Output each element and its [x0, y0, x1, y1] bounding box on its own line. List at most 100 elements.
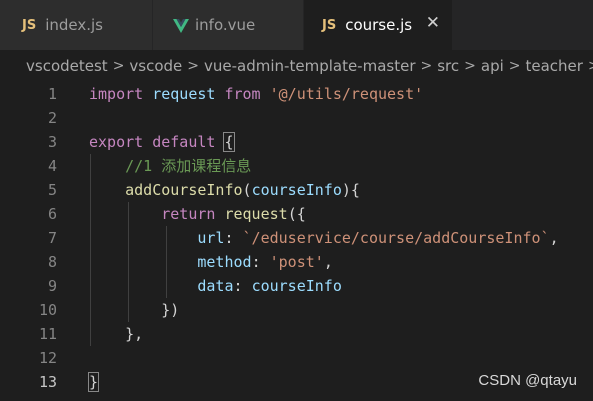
breadcrumb-item[interactable]: vscodetest: [26, 57, 108, 75]
code-text: data: courseInfo: [89, 274, 342, 298]
line-number: 2: [47, 109, 57, 127]
code-token: :: [233, 277, 252, 295]
code-token: data: [197, 277, 234, 295]
code-line[interactable]: 6 return request({: [0, 202, 593, 226]
code-editor[interactable]: 1 import request from '@/utils/request' 2 3…: [0, 82, 593, 401]
line-number: 11: [38, 325, 57, 343]
close-icon[interactable]: ✕: [426, 13, 440, 33]
code-token: url: [197, 229, 225, 247]
tab-info-vue[interactable]: info.vue: [153, 0, 303, 50]
code-token: method: [197, 253, 252, 271]
code-text: export default {: [89, 130, 235, 154]
code-token: {: [223, 132, 235, 152]
code-text: import request from '@/utils/request': [89, 82, 423, 106]
tab-label: index.js: [45, 16, 103, 34]
code-text: method: 'post',: [89, 250, 333, 274]
breadcrumb-separator: >: [508, 58, 521, 74]
line-number: 7: [47, 229, 57, 247]
breadcrumb-item[interactable]: api: [481, 57, 504, 75]
code-line[interactable]: 7 url: `/eduservice/course/addCourseInfo…: [0, 226, 593, 250]
code-text: url: `/eduservice/course/addCourseInfo`,: [89, 226, 559, 250]
code-token: ){: [341, 181, 360, 199]
tab-course-js[interactable]: JS course.js ✕: [304, 0, 452, 50]
code-token: }: [87, 372, 100, 392]
breadcrumb-separator: >: [420, 58, 433, 74]
code-text: }: [87, 370, 100, 394]
code-line[interactable]: 9 data: courseInfo: [0, 274, 593, 298]
code-text: },: [89, 322, 143, 346]
tab-label: info.vue: [195, 16, 256, 34]
code-line[interactable]: 12: [0, 346, 593, 370]
code-line[interactable]: 2: [0, 106, 593, 130]
line-number: 1: [47, 85, 57, 103]
code-line[interactable]: 1 import request from '@/utils/request': [0, 82, 593, 106]
line-number: 12: [38, 349, 57, 367]
code-line[interactable]: 8 method: 'post',: [0, 250, 593, 274]
tab-index-js[interactable]: JS index.js: [0, 0, 152, 50]
code-token: ,: [323, 253, 333, 271]
code-token: `/eduservice/course/addCourseInfo`: [242, 229, 550, 247]
code-text: //1 添加课程信息: [89, 154, 251, 178]
code-token: ({: [287, 205, 306, 223]
code-token: export: [89, 133, 144, 151]
breadcrumb-item[interactable]: vue-admin-template-master: [204, 57, 415, 75]
code-token: },: [125, 325, 144, 343]
code-token: default: [152, 133, 216, 151]
code-token: courseInfo: [251, 181, 342, 199]
breadcrumb-separator: >: [464, 58, 476, 74]
breadcrumb-separator: >: [588, 58, 593, 74]
breadcrumb-separator: >: [187, 58, 200, 74]
code-line[interactable]: 3 export default {: [0, 130, 593, 154]
editor-tab-bar: JS index.js info.vue JS course.js ✕: [0, 0, 593, 50]
code-token: import: [89, 85, 144, 103]
code-token: :: [251, 253, 270, 271]
js-file-icon: JS: [22, 17, 37, 33]
code-text: }): [89, 298, 179, 322]
code-line[interactable]: 11 },: [0, 322, 593, 346]
line-number: 13: [38, 373, 57, 391]
code-token: ,: [549, 229, 559, 247]
code-text: return request({: [89, 202, 306, 226]
code-token: addCourseInfo: [125, 181, 243, 199]
code-token: request: [224, 205, 288, 223]
breadcrumb-item[interactable]: vscode: [129, 57, 182, 75]
breadcrumb: vscodetest > vscode > vue-admin-template…: [0, 50, 593, 82]
tab-label: course.js: [345, 16, 413, 34]
vue-file-icon: [173, 18, 189, 33]
js-file-icon: JS: [322, 17, 337, 33]
line-number: 9: [47, 277, 57, 295]
code-token: (: [242, 181, 252, 199]
line-number: 3: [47, 133, 57, 151]
code-line[interactable]: 4 //1 添加课程信息: [0, 154, 593, 178]
code-token: request: [152, 85, 216, 103]
code-token: return: [161, 205, 216, 223]
code-token: :: [224, 229, 243, 247]
line-number: 4: [47, 157, 57, 175]
code-token: from: [224, 85, 261, 103]
code-text: addCourseInfo(courseInfo){: [89, 178, 360, 202]
code-line[interactable]: 10 }): [0, 298, 593, 322]
code-token: courseInfo: [251, 277, 342, 295]
line-number: 10: [38, 301, 57, 319]
code-token: }): [161, 301, 180, 319]
line-number: 5: [47, 181, 57, 199]
breadcrumb-item[interactable]: src: [437, 57, 459, 75]
code-line[interactable]: 5 addCourseInfo(courseInfo){: [0, 178, 593, 202]
code-token: '@/utils/request': [269, 85, 424, 103]
line-number: 6: [47, 205, 57, 223]
breadcrumb-separator: >: [112, 58, 125, 74]
code-token: //1 添加课程信息: [125, 157, 252, 175]
code-token: 'post': [269, 253, 324, 271]
watermark: CSDN @qtayu: [478, 372, 577, 389]
breadcrumb-item[interactable]: teacher: [526, 57, 583, 75]
